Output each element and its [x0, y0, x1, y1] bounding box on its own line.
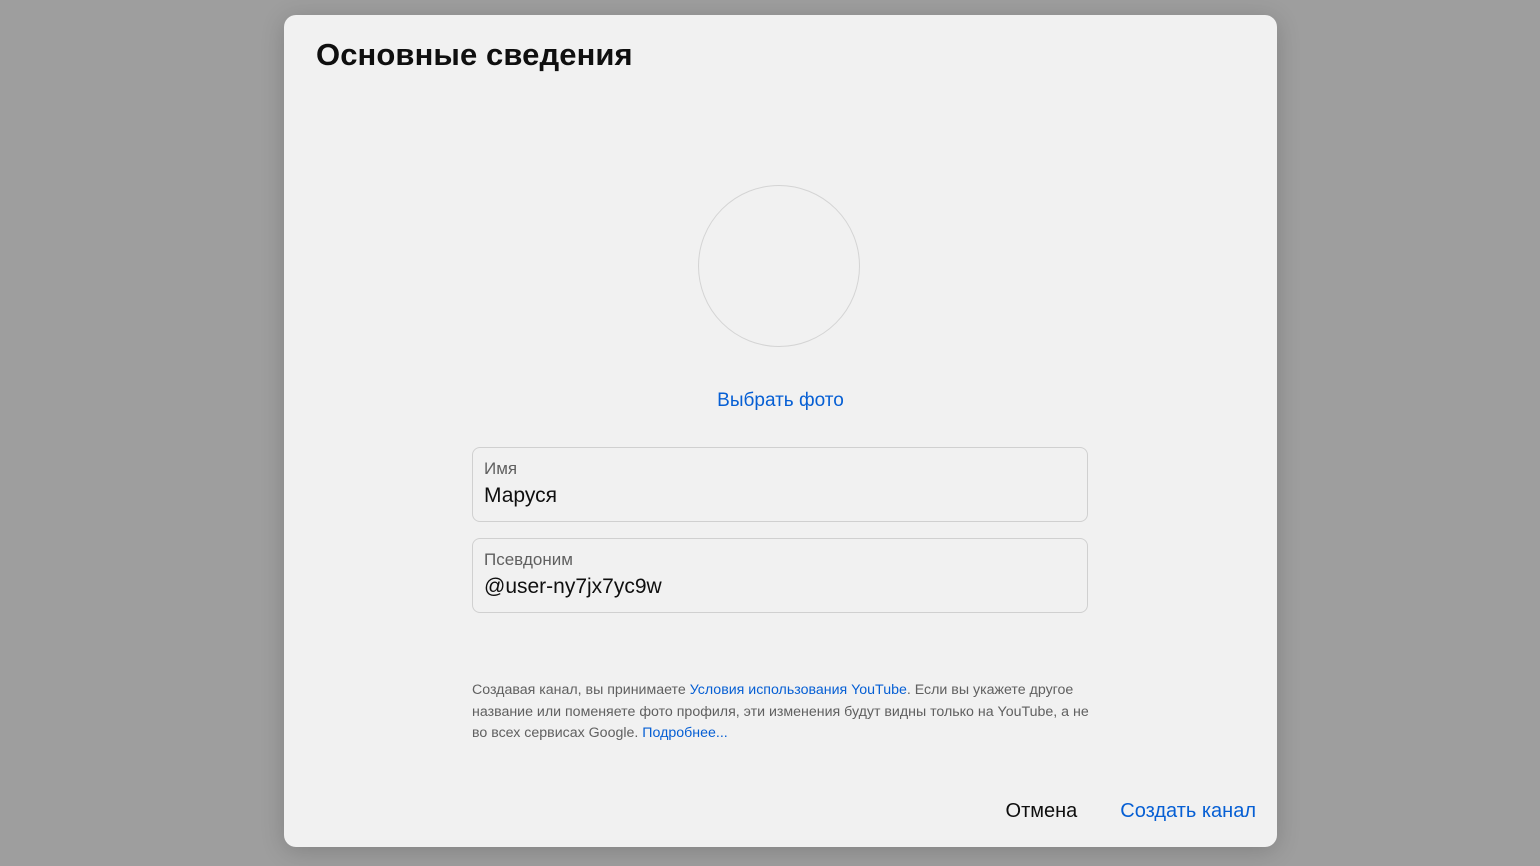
avatar-placeholder[interactable] [698, 185, 860, 347]
cancel-button[interactable]: Отмена [1006, 800, 1078, 823]
handle-input[interactable] [484, 575, 1074, 599]
handle-field[interactable]: Псевдоним [472, 538, 1088, 613]
name-field[interactable]: Имя [472, 447, 1088, 522]
pick-photo-button[interactable]: Выбрать фото [284, 390, 1277, 412]
name-input[interactable] [484, 484, 1074, 508]
create-channel-button[interactable]: Создать канал [1120, 800, 1256, 823]
legal-text-before: Создавая канал, вы принимаете [472, 682, 690, 698]
terms-link[interactable]: Условия использования YouTube [690, 682, 907, 698]
name-field-label: Имя [484, 459, 518, 478]
dialog-actions: Отмена Создать канал [1006, 800, 1256, 823]
create-channel-dialog: Основные сведения Выбрать фото Имя Псевд… [284, 15, 1277, 847]
learn-more-link[interactable]: Подробнее... [642, 725, 727, 741]
handle-field-label: Псевдоним [484, 550, 573, 569]
legal-notice: Создавая канал, вы принимаете Условия ис… [472, 680, 1092, 745]
dialog-title: Основные сведения [316, 37, 633, 72]
